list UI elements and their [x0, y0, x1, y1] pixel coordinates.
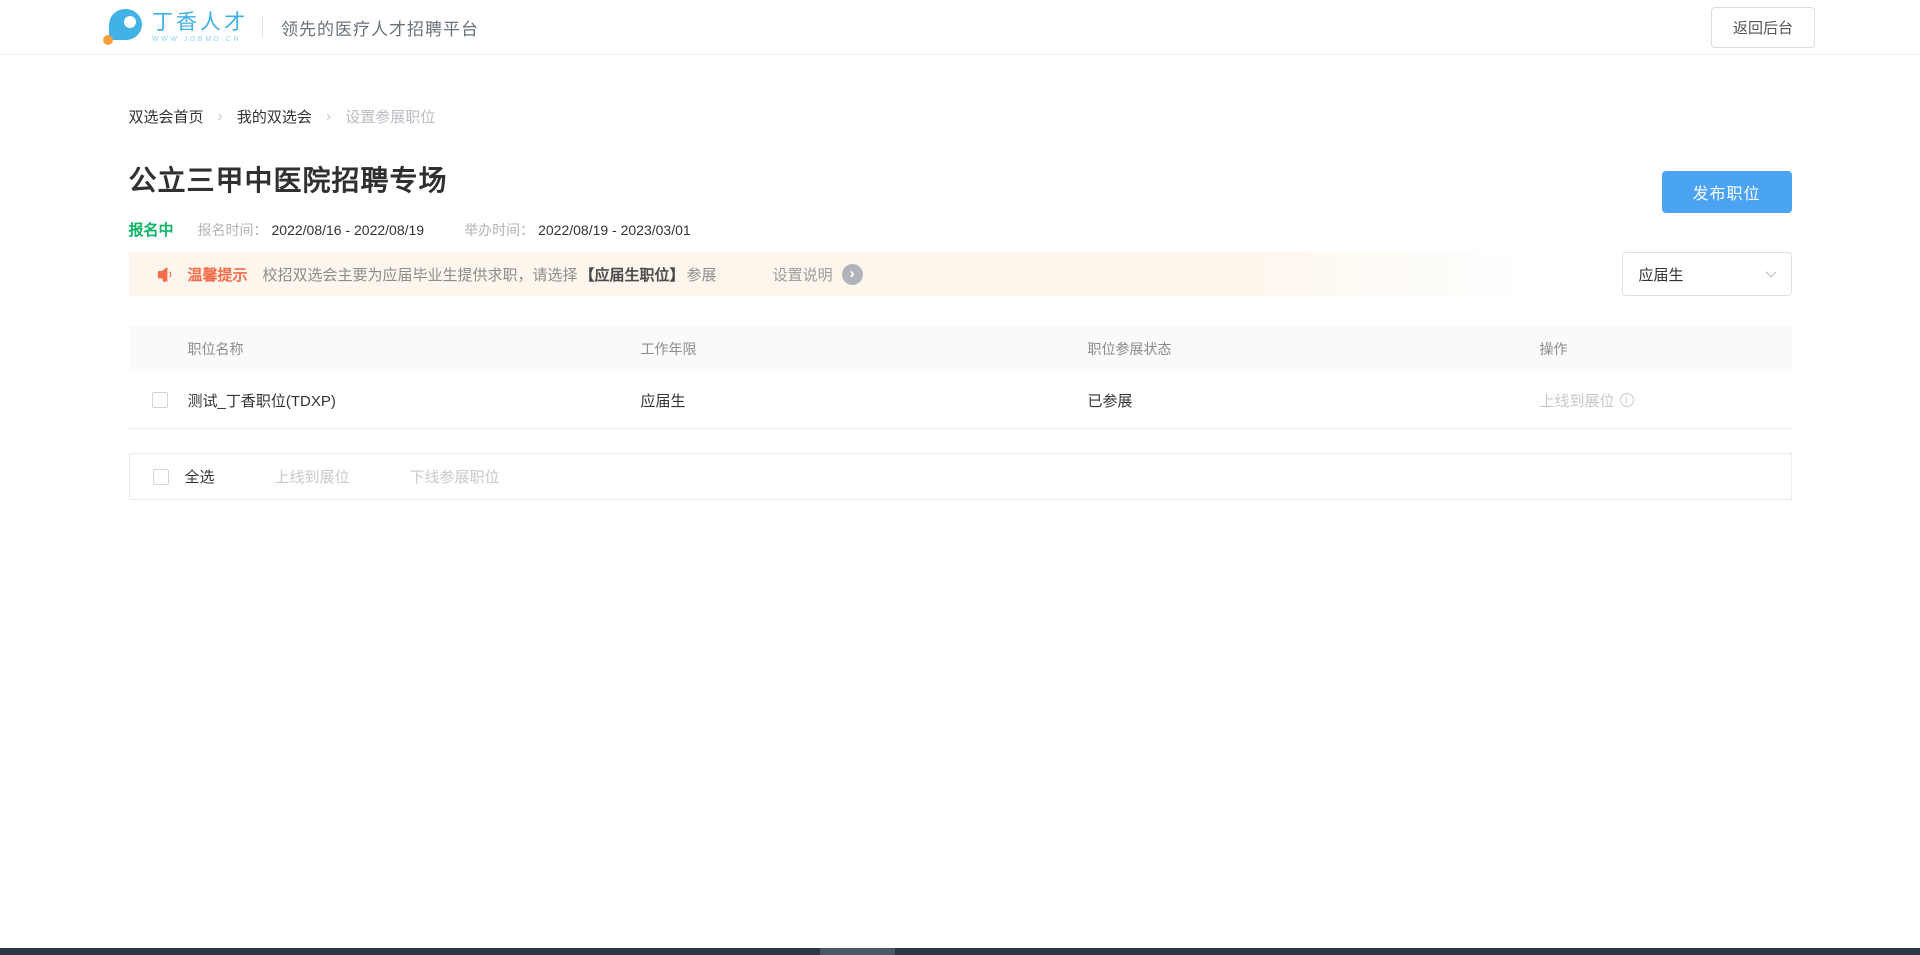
job-table: 职位名称 工作年限 职位参展状态 操作 测试_丁香职位(TDXP) 应届生 已参…: [129, 326, 1792, 429]
signup-time-value: 2022/08/16 - 2022/08/19: [272, 222, 425, 238]
logo-bubble-dot: [124, 16, 136, 28]
breadcrumb-separator-icon: ›: [218, 108, 223, 126]
column-header-actions: 操作: [1540, 339, 1792, 359]
online-to-booth-link[interactable]: 上线到展位: [1540, 390, 1615, 411]
select-all-checkbox[interactable]: [153, 469, 169, 485]
notice-text-before: 校招双选会主要为应届毕业生提供求职，请选择: [263, 267, 578, 284]
table-row: 测试_丁香职位(TDXP) 应届生 已参展 上线到展位: [129, 372, 1792, 429]
page-head: 公立三甲中医院招聘专场 报名中 报名时间： 2022/08/16 - 2022/…: [129, 163, 1792, 240]
logo-website: WWW.JOBMD.CN: [152, 36, 248, 43]
batch-offline-button[interactable]: 下线参展职位: [410, 466, 500, 487]
main-content: 双选会首页 › 我的双选会 › 设置参展职位 公立三甲中医院招聘专场 报名中 报…: [129, 106, 1792, 500]
cell-action[interactable]: 上线到展位: [1540, 390, 1792, 411]
breadcrumb-item-current: 设置参展职位: [345, 106, 435, 127]
notice-row: 温馨提示 校招双选会主要为应届毕业生提供求职，请选择【应届生职位】参展 设置说明…: [129, 252, 1792, 296]
signup-time-label: 报名时间：: [198, 220, 268, 240]
batch-actions-bar: 全选 上线到展位 下线参展职位: [129, 453, 1792, 500]
chevron-down-icon: [1765, 266, 1776, 277]
logo-brand-name: 丁香人才: [152, 11, 248, 34]
footer-strip-segment: [820, 948, 895, 955]
back-to-admin-button[interactable]: 返回后台: [1711, 7, 1815, 48]
cell-experience: 应届生: [641, 390, 1088, 411]
row-checkbox[interactable]: [152, 392, 168, 408]
notice-text: 校招双选会主要为应届毕业生提供求职，请选择【应届生职位】参展: [263, 264, 717, 285]
header-divider: [262, 16, 263, 38]
logo[interactable]: 丁香人才 WWW.JOBMD.CN: [100, 6, 248, 48]
select-all-label: 全选: [185, 466, 215, 487]
table-header-row: 职位名称 工作年限 职位参展状态 操作: [129, 326, 1792, 372]
row-checkbox-cell: [129, 392, 188, 408]
header-tagline: 领先的医疗人才招聘平台: [281, 15, 479, 40]
status-line: 报名中 报名时间： 2022/08/16 - 2022/08/19 举办时间： …: [129, 219, 1792, 240]
experience-filter-dropdown[interactable]: 应届生: [1622, 252, 1792, 296]
column-header-job-name: 职位名称: [188, 339, 641, 359]
logo-icon: [100, 6, 146, 48]
logo-text: 丁香人才 WWW.JOBMD.CN: [152, 11, 248, 43]
footer-strip: [0, 948, 1920, 955]
top-header: 丁香人才 WWW.JOBMD.CN 领先的医疗人才招聘平台 返回后台: [0, 0, 1920, 55]
logo-orange-dot: [103, 35, 113, 45]
column-header-booth-status: 职位参展状态: [1088, 339, 1540, 359]
breadcrumb-item-my-fairs[interactable]: 我的双选会: [237, 106, 312, 127]
batch-online-button[interactable]: 上线到展位: [275, 466, 350, 487]
breadcrumb-item-fair-home[interactable]: 双选会首页: [129, 106, 204, 127]
cell-booth-status: 已参展: [1088, 390, 1540, 411]
cell-job-name: 测试_丁香职位(TDXP): [188, 390, 641, 411]
notice-bar: 温馨提示 校招双选会主要为应届毕业生提供求职，请选择【应届生职位】参展 设置说明: [129, 252, 1529, 296]
publish-job-button[interactable]: 发布职位: [1662, 171, 1792, 213]
event-time-value: 2022/08/19 - 2023/03/01: [538, 222, 691, 238]
arrow-right-circle-icon[interactable]: [842, 264, 863, 285]
megaphone-icon: [156, 264, 177, 285]
setting-instructions-label: 设置说明: [773, 264, 833, 285]
event-time-label: 举办时间：: [464, 220, 534, 240]
notice-tip-label: 温馨提示: [188, 264, 248, 285]
breadcrumb: 双选会首页 › 我的双选会 › 设置参展职位: [129, 106, 1792, 127]
notice-text-after: 参展: [687, 267, 717, 284]
notice-text-highlight: 【应届生职位】: [580, 267, 685, 284]
breadcrumb-separator-icon: ›: [326, 108, 331, 126]
setting-instructions-link[interactable]: 设置说明: [773, 264, 863, 285]
page-title: 公立三甲中医院招聘专场: [129, 163, 1792, 199]
info-icon[interactable]: [1620, 393, 1634, 407]
dropdown-selected-value: 应届生: [1639, 264, 1684, 285]
column-header-experience: 工作年限: [641, 339, 1088, 359]
header-left: 丁香人才 WWW.JOBMD.CN 领先的医疗人才招聘平台: [100, 6, 479, 48]
status-badge: 报名中: [129, 219, 174, 240]
